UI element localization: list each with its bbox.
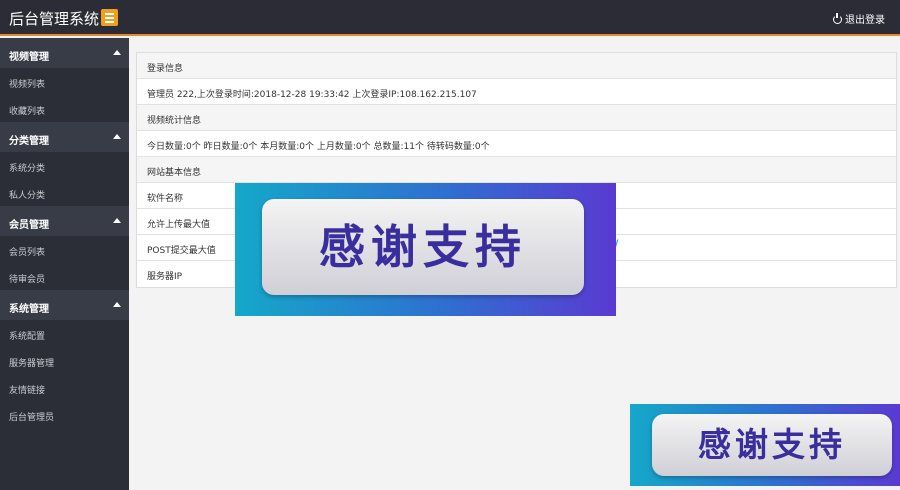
sidebar-item-favorites[interactable]: 收藏列表: [0, 95, 129, 122]
thanks-banner-text: 感谢支持: [652, 414, 892, 476]
logout-button[interactable]: 退出登录: [833, 11, 885, 26]
sidebar-item-server-management[interactable]: 服务器管理: [0, 347, 129, 374]
sidebar-group-label: 视频管理: [9, 52, 49, 63]
sidebar-item-video-list[interactable]: 视频列表: [0, 68, 129, 95]
caret-up-icon: [113, 218, 121, 223]
sidebar-group-category[interactable]: 分类管理: [0, 122, 129, 152]
thanks-banner-large: 感谢支持: [235, 183, 616, 316]
section-header-video-stats: 视频统计信息: [137, 105, 896, 131]
video-stats-row: 今日数量:0个 昨日数量:0个 本月数量:0个 上月数量:0个 总数量:11个 …: [137, 131, 896, 157]
sidebar-group-label: 会员管理: [9, 220, 49, 231]
sidebar-group-label: 分类管理: [9, 136, 49, 147]
sidebar-group-members[interactable]: 会员管理: [0, 206, 129, 236]
caret-up-icon: [113, 134, 121, 139]
sidebar-group-system[interactable]: 系统管理: [0, 290, 129, 320]
app-title: 后台管理系统: [9, 10, 100, 28]
thanks-banner-text: 感谢支持: [262, 199, 584, 295]
section-header-site-info: 网站基本信息: [137, 157, 896, 183]
menu-toggle-button[interactable]: [101, 9, 118, 26]
sidebar-item-pending-members[interactable]: 待审会员: [0, 263, 129, 290]
caret-up-icon: [113, 302, 121, 307]
sidebar-group-label: 系统管理: [9, 304, 49, 315]
sidebar: 视频管理 视频列表 收藏列表 分类管理 系统分类 私人分类 会员管理 会员列表 …: [0, 38, 129, 490]
sidebar-item-friend-links[interactable]: 友情链接: [0, 374, 129, 401]
sidebar-item-private-category[interactable]: 私人分类: [0, 179, 129, 206]
sidebar-group-video[interactable]: 视频管理: [0, 38, 129, 68]
sidebar-item-system-category[interactable]: 系统分类: [0, 152, 129, 179]
caret-up-icon: [113, 50, 121, 55]
login-info-row: 管理员 222,上次登录时间:2018-12-28 19:33:42 上次登录I…: [137, 79, 896, 105]
sidebar-item-system-config[interactable]: 系统配置: [0, 320, 129, 347]
top-bar: 后台管理系统 退出登录: [0, 0, 900, 36]
section-header-login: 登录信息: [137, 53, 896, 79]
power-icon: [833, 13, 842, 24]
thanks-banner-small: 感谢支持: [630, 404, 900, 486]
logout-label: 退出登录: [845, 15, 885, 26]
sidebar-item-admins[interactable]: 后台管理员: [0, 401, 129, 428]
sidebar-item-member-list[interactable]: 会员列表: [0, 236, 129, 263]
